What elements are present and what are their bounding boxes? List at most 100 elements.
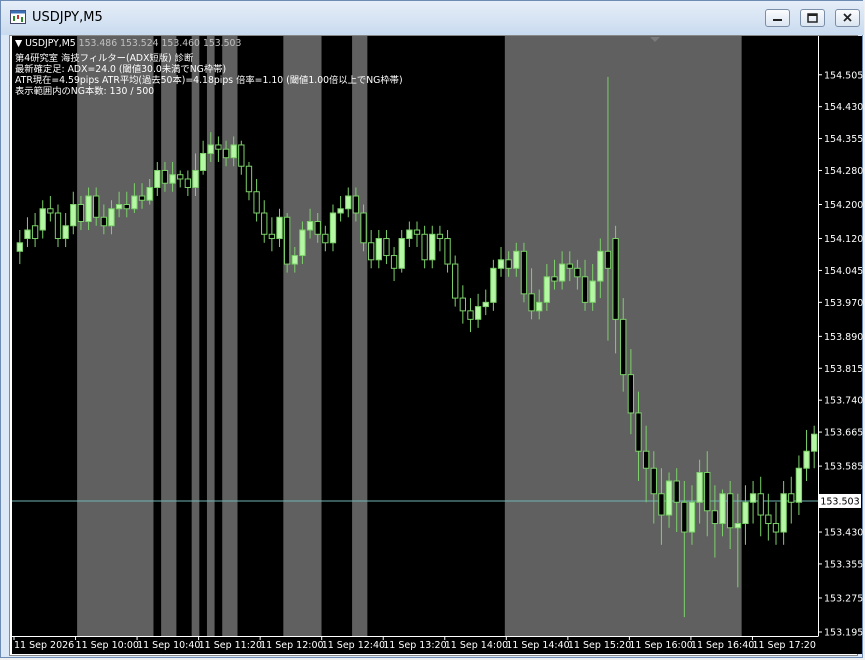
bull-candle xyxy=(497,259,505,269)
bear-candle xyxy=(520,250,528,295)
bull-candle xyxy=(154,169,161,188)
bull-candle xyxy=(780,493,787,533)
price-tick-label: 153.355 xyxy=(824,559,863,570)
bull-candle xyxy=(199,152,207,171)
bear-candle xyxy=(54,212,62,240)
bull-candle xyxy=(230,144,237,159)
bear-candle xyxy=(238,144,245,167)
bear-candle xyxy=(77,204,85,223)
bull-candle xyxy=(696,471,703,503)
bull-candle xyxy=(131,195,138,210)
price-tick-label: 154.120 xyxy=(824,234,863,245)
bear-candle xyxy=(757,493,764,516)
bear-candle xyxy=(222,148,230,159)
bull-candle xyxy=(429,233,436,261)
bear-candle xyxy=(551,276,558,282)
price-tick-label: 154.430 xyxy=(824,102,863,113)
bear-candle xyxy=(138,195,146,201)
price-tick-label: 153.740 xyxy=(824,396,863,407)
ng-band xyxy=(161,36,177,636)
diagnostic-atr-line: ATR現在=4.59pips ATR平均(過去50本)=4.18pips 倍率=… xyxy=(15,75,403,86)
time-tick-label: 11 Sep 13:20 xyxy=(383,640,446,651)
bear-candle xyxy=(283,216,291,265)
bear-candle xyxy=(627,374,635,414)
bear-candle xyxy=(681,501,688,533)
ng-band xyxy=(191,36,200,636)
bear-candle xyxy=(467,310,474,320)
bull-candle xyxy=(742,501,749,525)
bull-candle xyxy=(811,433,818,452)
bull-candle xyxy=(299,229,306,257)
price-tick-label: 153.195 xyxy=(824,628,863,639)
bull-candle xyxy=(337,208,344,214)
bull-candle xyxy=(589,280,596,303)
time-tick-label: 11 Sep 12:40 xyxy=(322,640,385,651)
bear-candle xyxy=(528,293,535,312)
bull-candle xyxy=(169,174,176,184)
bear-candle xyxy=(253,191,260,214)
bull-candle xyxy=(803,450,810,469)
price-tick-label: 154.200 xyxy=(824,200,863,211)
bull-candle xyxy=(749,493,757,503)
bear-candle xyxy=(413,229,421,235)
time-tick-label: 11 Sep 16:40 xyxy=(691,640,754,651)
ng-band xyxy=(352,36,368,636)
bull-candle xyxy=(16,242,23,252)
bear-candle xyxy=(100,216,108,227)
bear-candle xyxy=(566,263,573,269)
bear-candle xyxy=(93,195,100,218)
bull-candle xyxy=(62,225,69,240)
bull-candle xyxy=(795,467,803,503)
bear-candle xyxy=(650,467,657,495)
bear-candle xyxy=(459,297,467,312)
bear-candle xyxy=(444,238,451,265)
time-tick-label: 11 Sep 17:20 xyxy=(752,640,815,651)
symbol-dropdown-icon[interactable]: ▼ xyxy=(15,38,25,49)
ng-band xyxy=(283,36,322,636)
bear-candle xyxy=(215,144,222,150)
bear-candle xyxy=(421,233,428,261)
bear-candle xyxy=(574,267,581,278)
bear-candle xyxy=(352,195,360,214)
bear-candle xyxy=(268,233,276,240)
bull-candle xyxy=(398,238,405,269)
bear-candle xyxy=(452,263,459,299)
time-tick-label: 11 Sep 14:40 xyxy=(506,640,569,651)
price-tick-label: 153.275 xyxy=(824,593,863,604)
price-tick-label: 153.970 xyxy=(824,298,863,309)
bull-candle xyxy=(665,480,673,516)
bull-candle xyxy=(146,186,153,201)
bear-candle xyxy=(177,174,184,180)
bear-candle xyxy=(47,208,54,214)
bull-candle xyxy=(543,276,551,303)
diagnostic-title: 第4研究室 海技フィルター(ADX短版) 診断 xyxy=(15,53,194,64)
ng-band xyxy=(222,36,238,636)
bear-candle xyxy=(673,480,680,503)
diagnostic-adx-line: 最新確定足: ADX=24.0 (閾値30.0未満でNG枠帯) xyxy=(15,64,227,75)
price-tick-label: 153.585 xyxy=(824,462,863,473)
bull-candle xyxy=(482,301,489,308)
bull-candle xyxy=(474,306,482,320)
low-value: 153.460 xyxy=(161,38,200,49)
bull-candle xyxy=(490,267,497,303)
price-tick-label: 153.665 xyxy=(824,428,863,439)
bear-candle xyxy=(612,238,619,320)
price-chart[interactable]: 154.505 154.430 154.355 154.280 154.200 154.1… xyxy=(0,0,865,660)
symbol-label[interactable]: USDJPY,M5 xyxy=(25,38,76,49)
bull-candle xyxy=(39,208,46,231)
bear-candle xyxy=(161,169,169,184)
bear-candle xyxy=(711,510,719,525)
bull-candle xyxy=(513,250,520,269)
bull-candle xyxy=(345,195,352,210)
bull-candle xyxy=(688,501,696,533)
bull-candle xyxy=(85,195,92,223)
time-tick-label: 11 Sep 11:20 xyxy=(199,640,262,651)
bear-candle xyxy=(322,233,329,244)
bull-candle xyxy=(207,144,214,154)
bear-candle xyxy=(604,250,612,269)
price-tick-label: 153.815 xyxy=(824,364,863,375)
chart-header: ▼ USDJPY,M5 153.486 153.524 153.460 153.… xyxy=(15,38,241,49)
time-tick-label: 11 Sep 10:00 xyxy=(76,640,139,651)
bull-candle xyxy=(597,250,604,282)
bear-candle xyxy=(123,204,130,210)
